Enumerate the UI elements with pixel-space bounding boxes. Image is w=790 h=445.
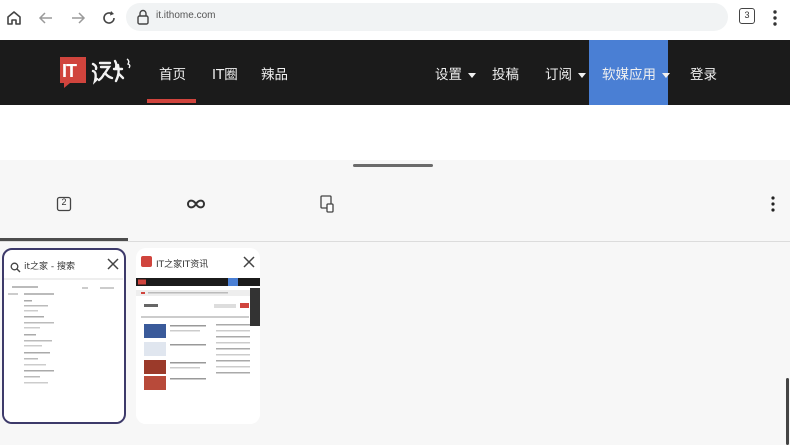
- nav-login[interactable]: 登录: [690, 63, 717, 83]
- back-icon[interactable]: [34, 6, 58, 30]
- nav-apps[interactable]: 软媒应用: [602, 63, 670, 83]
- url-text: it.ithome.com: [156, 10, 216, 21]
- nav-active-indicator: [147, 99, 196, 103]
- tab-group-normal[interactable]: 2: [54, 194, 74, 214]
- search-icon: [10, 258, 21, 273]
- tab-card-title: IT之家IT资讯: [156, 260, 209, 270]
- panel-divider: [0, 241, 790, 242]
- lock-icon: [134, 8, 152, 26]
- nav-settings[interactable]: 设置: [435, 63, 476, 83]
- nav-submit[interactable]: 投稿: [492, 63, 519, 83]
- logo-text: IT: [62, 61, 77, 81]
- scrollbar[interactable]: [786, 378, 789, 445]
- nav-home[interactable]: 首页: [159, 63, 186, 83]
- nav-it-circle[interactable]: IT圈: [212, 63, 238, 83]
- close-icon[interactable]: [106, 256, 120, 270]
- caret-down-icon: [578, 72, 586, 78]
- reload-icon[interactable]: [97, 6, 121, 30]
- nav-subscribe[interactable]: 订阅: [545, 63, 586, 83]
- tab-thumbnail: [136, 276, 260, 424]
- device-tab-icon[interactable]: [317, 194, 337, 214]
- tab-card-header: IT之家IT资讯: [136, 248, 260, 276]
- tab-card-title: it之家 - 搜索: [24, 262, 75, 272]
- address-bar[interactable]: it.ithome.com: [126, 3, 728, 31]
- tab-card[interactable]: it之家 - 搜索: [2, 248, 126, 424]
- tab-thumbnail: [4, 278, 124, 422]
- tab-count-button[interactable]: 3: [739, 8, 755, 24]
- nav-subscribe-label: 订阅: [545, 67, 572, 83]
- home-icon[interactable]: [2, 6, 26, 30]
- site-header: IT 首页 IT圈 辣品 设置 投稿 订阅 软媒应用 登录: [0, 40, 790, 105]
- tab-count-icon: 2: [61, 197, 67, 207]
- screen: it.ithome.com 3 IT 首页 IT圈 辣品 设置 投稿 订阅 软媒…: [0, 0, 790, 445]
- close-icon[interactable]: [242, 254, 256, 268]
- caret-down-icon: [662, 72, 670, 78]
- tab-card-header: it之家 - 搜索: [4, 250, 124, 278]
- nav-apps-label: 软媒应用: [602, 67, 656, 83]
- caret-down-icon: [468, 72, 476, 78]
- forward-icon[interactable]: [66, 6, 90, 30]
- nav-hot-products[interactable]: 辣品: [261, 63, 288, 83]
- nav-settings-label: 设置: [435, 67, 462, 83]
- infinity-icon[interactable]: [186, 194, 206, 214]
- browser-toolbar: it.ithome.com 3: [0, 0, 790, 40]
- more-menu-icon[interactable]: [768, 6, 782, 30]
- tab-switcher-panel: 2 it之家 - 搜索 IT之家IT资讯: [0, 160, 790, 445]
- page-content-blank: [0, 105, 790, 160]
- drag-handle[interactable]: [353, 164, 433, 167]
- ithome-favicon: [141, 256, 152, 267]
- tab-card[interactable]: IT之家IT资讯: [136, 248, 260, 424]
- panel-more-icon[interactable]: [768, 194, 778, 214]
- ithome-logo[interactable]: IT: [60, 55, 140, 89]
